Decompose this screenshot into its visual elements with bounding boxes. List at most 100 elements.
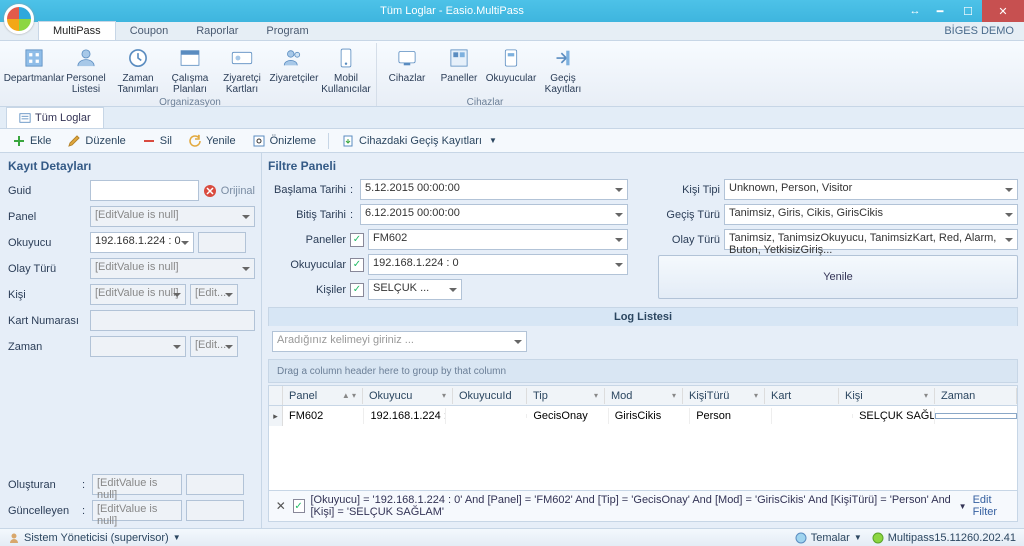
ribbon-zaman-tanimlari[interactable]: ZamanTanımları: [112, 43, 164, 97]
filter-title: Filtre Paneli: [268, 157, 1018, 176]
paneller-checkbox[interactable]: [350, 233, 364, 247]
col-zaman[interactable]: Zaman: [935, 388, 1017, 404]
okuyucu-extra-input[interactable]: [198, 232, 246, 253]
status-temalar[interactable]: Temalar ▼: [795, 532, 862, 544]
ribbon-personel-listesi[interactable]: PersonelListesi: [60, 43, 112, 97]
toolbar-yenile[interactable]: Yenile: [184, 132, 240, 150]
document-tabs: Tüm Loglar: [0, 107, 1024, 129]
tab-multipass[interactable]: MultiPass: [38, 21, 116, 40]
toolbar-duzenle[interactable]: Düzenle: [63, 132, 129, 150]
ribbon-cihazlar[interactable]: Cihazlar: [381, 43, 433, 97]
doc-tab-tum-loglar[interactable]: Tüm Loglar: [6, 107, 104, 128]
filter-olayturu-label: Olay Türü: [658, 234, 720, 246]
col-panel[interactable]: Panel▲ ▾: [283, 388, 363, 404]
close-button[interactable]: ✕: [982, 0, 1024, 22]
visitors-icon: [281, 45, 307, 71]
zaman-ext-combo[interactable]: [Edit...: [190, 336, 238, 357]
kisiler-checkbox[interactable]: [350, 283, 364, 297]
grouping-bar[interactable]: Drag a column header here to group by th…: [268, 359, 1018, 383]
minimize-button[interactable]: ━: [926, 0, 954, 22]
kisiler-combo[interactable]: SELÇUK ...: [368, 279, 462, 300]
guid-input[interactable]: [90, 180, 199, 201]
baslama-combo[interactable]: 5.12.2015 00:00:00: [360, 179, 628, 200]
ribbon-ziyaretciler[interactable]: Ziyaretçiler: [268, 43, 320, 97]
guncelleyen-user: [EditValue is null]: [92, 500, 182, 521]
building-icon: [21, 45, 47, 71]
main-tabstrip: MultiPass Coupon Raporlar Program BİGES …: [0, 22, 1024, 41]
person-icon: [73, 45, 99, 71]
ribbon-gecis-kayitlari[interactable]: GeçişKayıtları: [537, 43, 589, 97]
toolbar-cihazdaki-gecis[interactable]: Cihazdaki Geçiş Kayıtları▼: [337, 132, 501, 150]
ribbon-paneller[interactable]: Paneller: [433, 43, 485, 97]
col-okuyucu[interactable]: Okuyucu▾: [363, 388, 453, 404]
okuyucular-checkbox[interactable]: [350, 258, 364, 272]
ribbon-mobil-kullanicilar[interactable]: MobilKullanıcılar: [320, 43, 372, 97]
bitis-combo[interactable]: 6.12.2015 00:00:00: [360, 204, 628, 225]
olusturan-user: [EditValue is null]: [92, 474, 182, 495]
toolbar-ekle[interactable]: Ekle: [8, 132, 55, 150]
col-kisituru[interactable]: KişiTürü▾: [683, 388, 765, 404]
filter-olayturu-combo[interactable]: Tanimsiz, TanimsizOkuyucu, TanimsizKart,…: [724, 229, 1018, 250]
tab-raporlar[interactable]: Raporlar: [182, 22, 252, 40]
table-row[interactable]: ▸ FM602 192.168.1.224 : 0 GecisOnay Giri…: [269, 406, 1017, 426]
kisitipi-combo[interactable]: Unknown, Person, Visitor: [724, 179, 1018, 200]
col-mod[interactable]: Mod▾: [605, 388, 683, 404]
details-pane: Kayıt Detayları Guid Orijinal Panel [Edi…: [0, 153, 262, 528]
filter-active-checkbox[interactable]: [293, 499, 305, 513]
ribbon-group-organizasyon: Organizasyon: [159, 97, 221, 109]
col-kisi[interactable]: Kişi▾: [839, 388, 935, 404]
zaman-label: Zaman: [8, 341, 86, 353]
window-title: Tüm Loglar - Easio.MultiPass: [0, 5, 904, 17]
app-logo-icon[interactable]: [4, 4, 34, 34]
device-icon: [394, 45, 420, 71]
okuyucular-combo[interactable]: 192.168.1.224 : 0: [368, 254, 628, 275]
maximize-button[interactable]: ☐: [954, 0, 982, 22]
paneller-combo[interactable]: FM602: [368, 229, 628, 250]
grid-filter-bar: ✕ [Okuyucu] = '192.168.1.224 : 0' And [P…: [269, 490, 1017, 521]
row-indicator-icon: ▸: [269, 406, 283, 426]
ribbon-ziyaretci-kartlari[interactable]: ZiyaretçiKartları: [216, 43, 268, 97]
guncelleyen-label: Güncelleyen: [8, 505, 78, 517]
kisi-label: Kişi: [8, 289, 86, 301]
toolbar-sil[interactable]: Sil: [138, 132, 176, 150]
panel-combo[interactable]: [EditValue is null]: [90, 206, 255, 227]
kisi-combo[interactable]: [EditValue is null]: [90, 284, 186, 305]
loglist-search[interactable]: Aradığınız kelimeyi giriniz ...: [272, 331, 527, 352]
ribbon-group-cihazlar: Cihazlar: [467, 97, 504, 109]
tab-program[interactable]: Program: [252, 22, 322, 40]
kartnum-input[interactable]: [90, 310, 255, 331]
toolbar-separator: [328, 133, 329, 149]
tab-coupon[interactable]: Coupon: [116, 22, 183, 40]
col-okuyucuid[interactable]: OkuyucuId: [453, 388, 527, 404]
edit-filter-link[interactable]: Edit Filter: [973, 494, 1011, 518]
baslama-label: Başlama Tarihi: [268, 184, 346, 196]
panel-label: Panel: [8, 211, 86, 223]
olusturan-label: Oluşturan: [8, 479, 78, 491]
clear-filter-icon[interactable]: ✕: [275, 499, 287, 513]
kisitipi-label: Kişi Tipi: [658, 184, 720, 196]
preview-icon: [252, 134, 266, 148]
yenile-button[interactable]: Yenile: [658, 255, 1018, 299]
right-pane: Filtre Paneli Başlama Tarihi:5.12.2015 0…: [262, 153, 1024, 528]
mobile-icon: [333, 45, 359, 71]
restore-down-icon[interactable]: ↔: [904, 0, 926, 22]
gecisturu-combo[interactable]: Tanimsiz, Giris, Cikis, GirisCikis: [724, 204, 1018, 225]
status-version: Multipass15.11260.202.41: [872, 532, 1016, 544]
toolbar-onizleme[interactable]: Önizleme: [248, 132, 320, 150]
guncelleyen-date: [186, 500, 244, 521]
ribbon-okuyucular[interactable]: Okuyucular: [485, 43, 537, 97]
zaman-combo[interactable]: [90, 336, 186, 357]
status-user[interactable]: Sistem Yöneticisi (supervisor) ▼: [8, 532, 181, 544]
col-kart[interactable]: Kart: [765, 388, 839, 404]
kisiler-label: Kişiler: [268, 284, 346, 296]
okuyucu-combo[interactable]: 192.168.1.224 : 0: [90, 232, 194, 253]
bitis-label: Bitiş Tarihi: [268, 209, 346, 221]
ribbon-departmanlar[interactable]: Departmanlar: [8, 43, 60, 97]
col-tip[interactable]: Tip▾: [527, 388, 605, 404]
olayturu-combo[interactable]: [EditValue is null]: [90, 258, 255, 279]
list-icon: [19, 112, 31, 124]
ribbon-calisma-planlari[interactable]: ÇalışmaPlanları: [164, 43, 216, 97]
kisi-ext-combo[interactable]: [Edit...: [190, 284, 238, 305]
id-card-icon: [229, 45, 255, 71]
tenant-label: BİGES DEMO: [944, 25, 1014, 40]
